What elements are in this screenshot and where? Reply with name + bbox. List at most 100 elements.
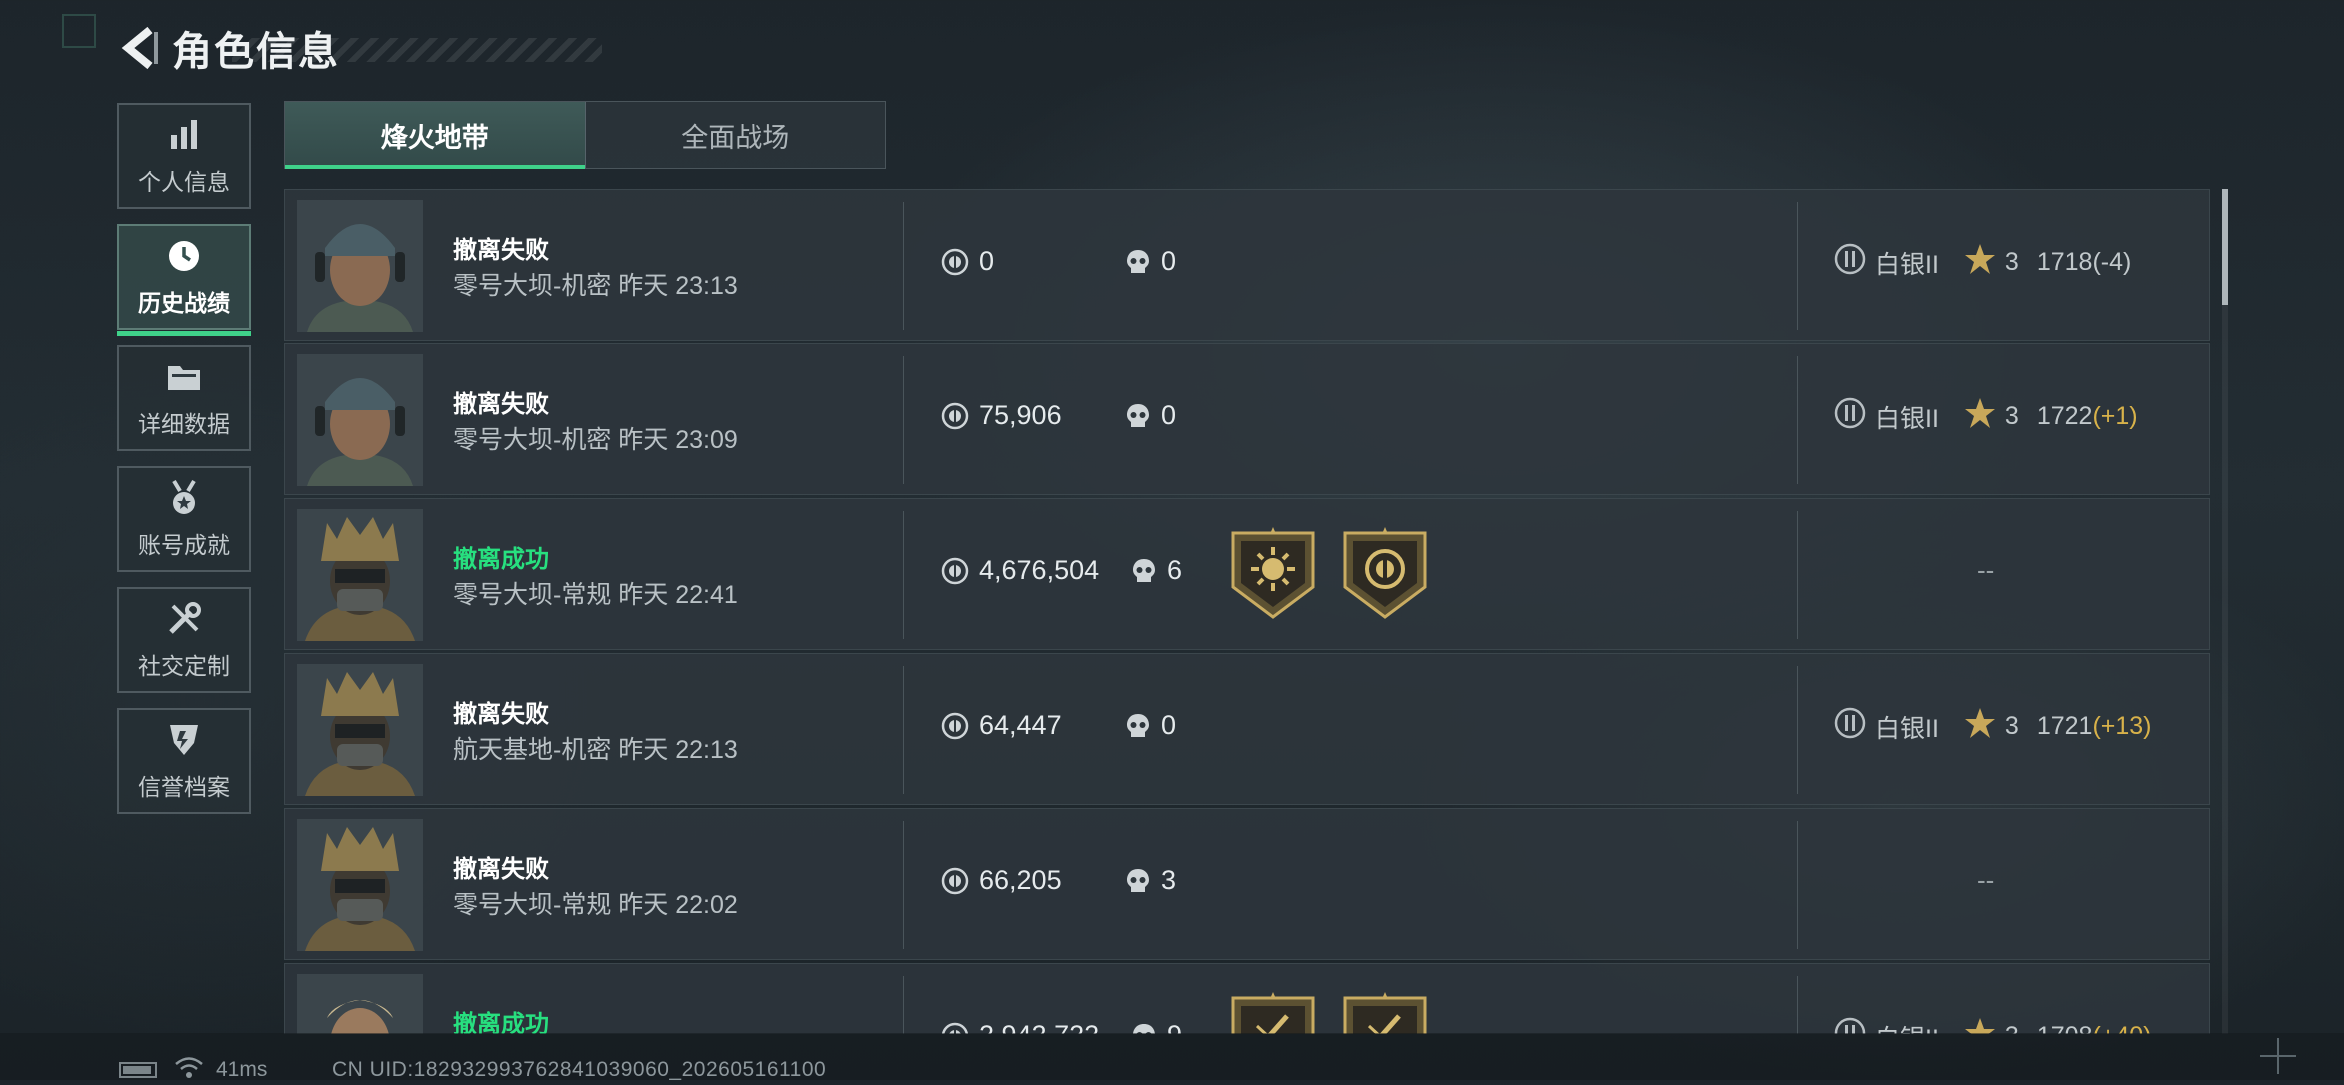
page-header: 角色信息 — [118, 24, 602, 74]
menu-item-label: 信誉档案 — [138, 774, 230, 800]
rank-info: 白银II 3 1708 (+40) — [1833, 1016, 2152, 1034]
skull-icon — [1131, 557, 1157, 585]
menu-item-detailed-data[interactable]: 详细数据 — [117, 345, 251, 451]
loot-value-text: 75,906 — [979, 400, 1062, 430]
menu-item-social-custom[interactable]: 社交定制 — [117, 587, 251, 693]
match-record-row[interactable]: 撤离失败 零号大坝-机密 昨天 23:09 75,906 0 白银II 3 17… — [284, 343, 2210, 495]
match-info: 零号大坝-机密 昨天 23:13 — [453, 266, 738, 302]
loot-value: 4,676,504 — [941, 555, 1099, 586]
rank-score: 1721 — [2036, 712, 2093, 740]
extraction-status: 撤离失败 — [453, 856, 549, 883]
rank-tier: 白银II — [1875, 404, 1939, 433]
scrollbar-thumb[interactable] — [2222, 189, 2228, 305]
extraction-status: 撤离失败 — [453, 237, 549, 264]
match-record-row[interactable]: 撤离失败 零号大坝-常规 昨天 22:02 66,205 3 -- — [284, 808, 2210, 960]
map-name: 零号大坝-常规 — [453, 891, 612, 919]
tab-havoc-zone[interactable]: 烽火地带 — [285, 102, 585, 169]
match-record-row[interactable]: 撤离失败 零号大坝-机密 昨天 23:13 0 0 白银II 3 1718 (-… — [284, 189, 2210, 341]
divider — [903, 976, 904, 1034]
menu-item-personal-info[interactable]: 个人信息 — [117, 103, 251, 209]
scrollbar-track[interactable] — [2222, 189, 2228, 1034]
divider — [1797, 976, 1798, 1034]
divider — [1797, 356, 1798, 484]
match-info: 航天基地-机密 昨天 22:13 — [453, 730, 738, 766]
menu-item-label: 历史战绩 — [138, 290, 230, 316]
coin-icon — [941, 402, 969, 430]
operator-avatar — [297, 354, 423, 486]
menu-item-achievements[interactable]: 账号成就 — [117, 466, 251, 572]
sword-badge-icon[interactable] — [1229, 992, 1317, 1034]
rank-tier: 白银II — [1875, 714, 1939, 743]
match-record-row[interactable]: 撤离失败 航天基地-机密 昨天 22:13 64,447 0 白银II 3 17… — [284, 653, 2210, 805]
kill-count-text: 0 — [1161, 710, 1177, 740]
match-time: 昨天 22:13 — [618, 736, 738, 764]
kill-count: 0 — [1125, 710, 1176, 741]
bar-chart-icon — [164, 115, 204, 155]
corner-decoration — [62, 14, 96, 48]
rank-info: 白银II 3 1722 (+1) — [1833, 396, 2138, 437]
skull-icon — [1125, 867, 1151, 895]
loot-value-text: 64,447 — [979, 710, 1062, 740]
sword-badge-icon[interactable] — [1341, 992, 1429, 1034]
rank-tier: 白银II — [1875, 1019, 1939, 1035]
back-button[interactable] — [118, 24, 162, 72]
match-info: 零号大坝-常规 昨天 22:41 — [453, 575, 738, 611]
loot-value: 0 — [941, 246, 994, 277]
kill-count-text: 0 — [1161, 400, 1177, 430]
menu-item-label: 社交定制 — [138, 653, 230, 679]
match-time: 昨天 23:13 — [618, 272, 738, 300]
kill-count-text: 0 — [1161, 246, 1177, 276]
shield-icon — [164, 720, 204, 760]
extraction-status: 撤离成功 — [453, 546, 549, 573]
tools-icon — [164, 599, 204, 639]
rank-delta: (-4) — [2092, 248, 2132, 276]
menu-item-label: 个人信息 — [138, 169, 230, 195]
star-count: 3 — [2004, 402, 2019, 430]
rank-tier-icon — [1833, 242, 1867, 283]
tab-all-out-war[interactable]: 全面战场 — [584, 102, 886, 168]
coin-badge-icon[interactable] — [1341, 527, 1429, 621]
extraction-status: 撤离失败 — [453, 701, 549, 728]
divider — [903, 666, 904, 794]
operator-avatar — [297, 974, 423, 1034]
mode-tabs: 烽火地带 全面战场 — [284, 101, 886, 169]
kill-count-text: 3 — [1161, 865, 1177, 895]
medal-icon — [164, 478, 204, 518]
map-name: 零号大坝-常规 — [453, 581, 612, 609]
star-count: 3 — [2004, 712, 2019, 740]
match-record-row[interactable]: 撤离成功 2,942,722 9 白银II 3 1708 (+40) — [284, 963, 2210, 1034]
rank-placeholder: -- — [1977, 865, 1995, 895]
menu-item-match-history[interactable]: 历史战绩 — [117, 224, 251, 336]
page-title: 角色信息 — [172, 30, 340, 74]
operator-avatar — [297, 819, 423, 951]
divider — [1797, 202, 1798, 330]
rank-tier-icon — [1833, 706, 1867, 747]
star-icon — [1963, 242, 1997, 283]
match-info: 零号大坝-常规 昨天 22:02 — [453, 885, 738, 921]
sun-badge-icon[interactable] — [1229, 527, 1317, 621]
match-time: 昨天 22:41 — [618, 581, 738, 609]
extraction-status: 撤离成功 — [453, 1011, 549, 1034]
loot-value: 75,906 — [941, 400, 1062, 431]
rank-tier-icon — [1833, 396, 1867, 437]
folder-icon — [164, 357, 204, 397]
wifi-icon — [174, 1056, 204, 1085]
coin-icon — [941, 557, 969, 585]
operator-avatar — [297, 664, 423, 796]
ping-text: 41ms — [216, 1058, 268, 1081]
kill-count: 0 — [1125, 400, 1176, 431]
clock-icon — [164, 236, 204, 276]
map-name: 航天基地-机密 — [453, 736, 612, 764]
divider — [903, 202, 904, 330]
divider — [1797, 821, 1798, 949]
divider — [1797, 666, 1798, 794]
uid-text: CN UID:1829329937628410390​60_2026051611… — [332, 1058, 827, 1081]
loot-value: 66,205 — [941, 865, 1062, 896]
menu-item-reputation[interactable]: 信誉档案 — [117, 708, 251, 814]
star-icon — [1963, 396, 1997, 437]
rank-placeholder: -- — [1977, 555, 1995, 585]
divider — [1797, 511, 1798, 639]
operator-avatar — [297, 509, 423, 641]
match-record-row[interactable]: 撤离成功 零号大坝-常规 昨天 22:41 4,676,504 6 -- — [284, 498, 2210, 650]
side-menu: 个人信息 历史战绩 详细数据 账号成就 社交定制 信誉档案 — [117, 103, 255, 829]
